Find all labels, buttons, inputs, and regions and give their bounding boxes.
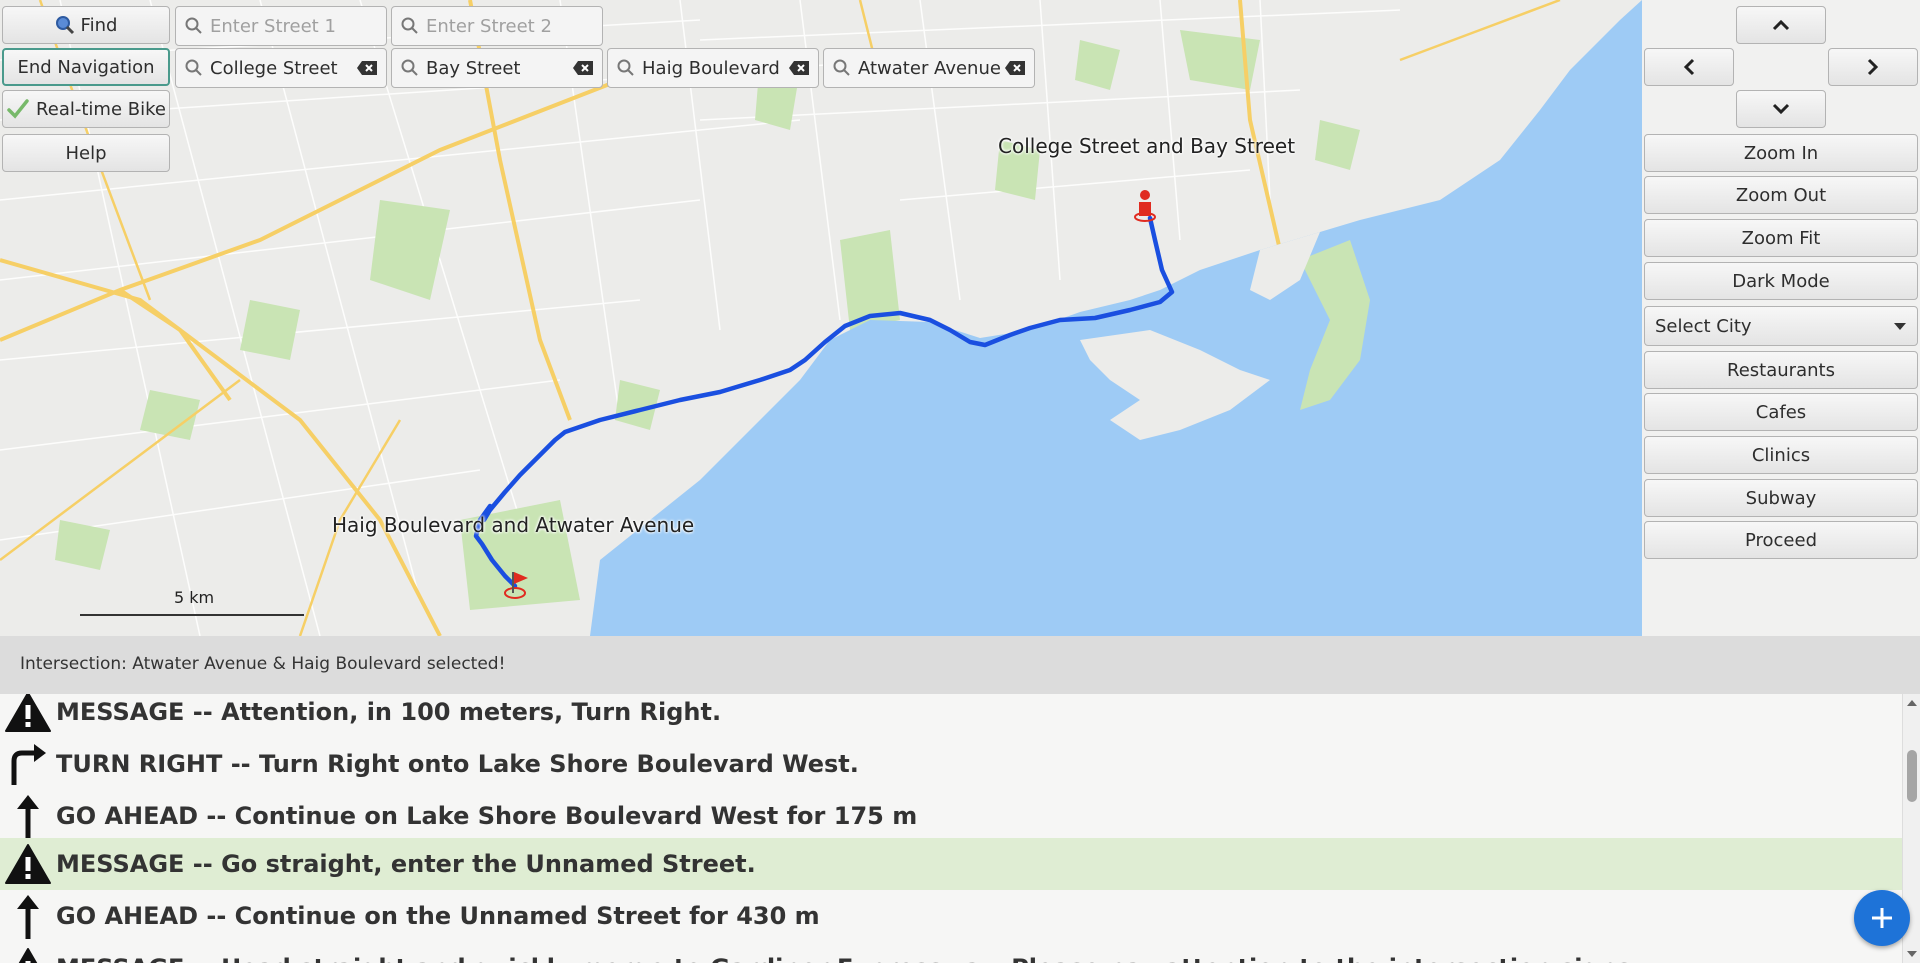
- map-view[interactable]: College Street and Bay Street Haig Boule…: [0, 0, 1642, 636]
- search-icon: [617, 59, 634, 76]
- end-navigation-label: End Navigation: [17, 56, 155, 78]
- search-icon: [833, 59, 850, 76]
- arrow-up-icon: [0, 890, 56, 942]
- cafes-label: Cafes: [1755, 401, 1807, 423]
- realtime-bike-toggle[interactable]: Real-time Bike: [2, 90, 170, 128]
- clinics-label: Clinics: [1751, 444, 1811, 466]
- search-icon: [185, 17, 202, 34]
- route-input-3[interactable]: [642, 57, 784, 79]
- scroll-down-icon[interactable]: [1903, 947, 1920, 961]
- dark-mode-label: Dark Mode: [1732, 270, 1830, 292]
- search-icon: [401, 17, 418, 34]
- status-bar: Intersection: Atwater Avenue & Haig Boul…: [0, 636, 1920, 694]
- clear-icon[interactable]: [1004, 60, 1026, 76]
- route-field-4[interactable]: [823, 48, 1035, 88]
- app-window: College Street and Bay Street Haig Boule…: [0, 0, 1920, 963]
- warning-icon: [0, 942, 56, 963]
- street1-field[interactable]: [175, 6, 387, 46]
- status-text: Intersection: Atwater Avenue & Haig Boul…: [20, 654, 506, 674]
- scrollbar-thumb[interactable]: [1907, 750, 1917, 802]
- dark-mode-button[interactable]: Dark Mode: [1644, 262, 1918, 300]
- route-start-label: College Street and Bay Street: [998, 134, 1296, 158]
- map-scale-bar: 5 km: [80, 588, 304, 618]
- find-button[interactable]: Find: [2, 6, 170, 44]
- clear-icon[interactable]: [572, 60, 594, 76]
- chevron-left-icon: [1683, 58, 1695, 76]
- pan-up-button[interactable]: [1736, 6, 1826, 44]
- search-icon: [185, 59, 202, 76]
- route-field-1[interactable]: [175, 48, 387, 88]
- checkmark-icon: [7, 99, 29, 119]
- route-end-label: Haig Boulevard and Atwater Avenue: [332, 513, 695, 537]
- direction-text: GO AHEAD -- Continue on Lake Shore Boule…: [56, 802, 918, 830]
- direction-row[interactable]: MESSAGE -- Attention, in 100 meters, Tur…: [0, 694, 1902, 738]
- warning-icon: [0, 694, 56, 738]
- zoom-out-label: Zoom Out: [1735, 184, 1827, 206]
- find-button-label: Find: [80, 14, 118, 36]
- restaurants-button[interactable]: Restaurants: [1644, 351, 1918, 389]
- turn-right-icon: [0, 738, 56, 790]
- end-navigation-button[interactable]: End Navigation: [2, 48, 170, 86]
- subway-button[interactable]: Subway: [1644, 479, 1918, 517]
- direction-text: TURN RIGHT -- Turn Right onto Lake Shore…: [56, 750, 859, 778]
- route-field-3[interactable]: [607, 48, 819, 88]
- map-canvas[interactable]: [0, 0, 1642, 636]
- directions-list[interactable]: MESSAGE -- Attention, in 100 meters, Tur…: [0, 694, 1902, 963]
- clinics-button[interactable]: Clinics: [1644, 436, 1918, 474]
- realtime-bike-label: Real-time Bike: [36, 98, 166, 120]
- search-icon: [55, 16, 74, 35]
- zoom-out-button[interactable]: Zoom Out: [1644, 176, 1918, 214]
- arrow-up-icon: [0, 790, 56, 842]
- direction-row[interactable]: GO AHEAD -- Continue on Lake Shore Boule…: [0, 790, 1902, 842]
- zoom-in-label: Zoom In: [1743, 142, 1819, 164]
- direction-row[interactable]: GO AHEAD -- Continue on the Unnamed Stre…: [0, 890, 1902, 942]
- scroll-up-icon[interactable]: [1903, 696, 1920, 710]
- proceed-label: Proceed: [1744, 529, 1818, 551]
- direction-text: MESSAGE -- Go straight, enter the Unname…: [56, 850, 756, 878]
- subway-label: Subway: [1745, 487, 1817, 509]
- pan-left-button[interactable]: [1644, 48, 1734, 86]
- pan-right-button[interactable]: [1828, 48, 1918, 86]
- route-field-2[interactable]: [391, 48, 603, 88]
- add-button[interactable]: [1854, 890, 1910, 946]
- chevron-up-icon: [1772, 19, 1790, 31]
- street2-input[interactable]: [426, 15, 594, 37]
- route-input-1[interactable]: [210, 57, 352, 79]
- route-input-2[interactable]: [426, 57, 568, 79]
- right-panel: Zoom In Zoom Out Zoom Fit Dark Mode Sele…: [1642, 0, 1920, 636]
- proceed-button[interactable]: Proceed: [1644, 521, 1918, 559]
- warning-icon: [0, 838, 56, 890]
- street1-input[interactable]: [210, 15, 378, 37]
- select-city-label: Select City: [1655, 315, 1752, 337]
- pan-down-button[interactable]: [1736, 90, 1826, 128]
- chevron-right-icon: [1867, 58, 1879, 76]
- clear-icon[interactable]: [356, 60, 378, 76]
- select-city-dropdown[interactable]: Select City: [1644, 306, 1918, 346]
- search-icon: [401, 59, 418, 76]
- zoom-fit-button[interactable]: Zoom Fit: [1644, 219, 1918, 257]
- direction-row[interactable]: MESSAGE -- Head straight and quickly mer…: [0, 942, 1902, 963]
- street2-field[interactable]: [391, 6, 603, 46]
- dropdown-arrow-icon: [1894, 323, 1906, 330]
- help-button[interactable]: Help: [2, 134, 170, 172]
- scale-label: 5 km: [174, 588, 215, 607]
- direction-text: MESSAGE -- Head straight and quickly mer…: [56, 954, 1640, 963]
- zoom-in-button[interactable]: Zoom In: [1644, 134, 1918, 172]
- restaurants-label: Restaurants: [1727, 359, 1835, 381]
- clear-icon[interactable]: [788, 60, 810, 76]
- direction-row-selected[interactable]: MESSAGE -- Go straight, enter the Unname…: [0, 838, 1902, 890]
- zoom-fit-label: Zoom Fit: [1741, 227, 1821, 249]
- direction-row[interactable]: TURN RIGHT -- Turn Right onto Lake Shore…: [0, 738, 1902, 790]
- direction-text: MESSAGE -- Attention, in 100 meters, Tur…: [56, 698, 722, 726]
- direction-text: GO AHEAD -- Continue on the Unnamed Stre…: [56, 902, 820, 930]
- scale-line: [80, 614, 304, 616]
- help-button-label: Help: [65, 142, 107, 164]
- plus-icon: [1872, 908, 1892, 928]
- route-input-4[interactable]: [858, 57, 1000, 79]
- chevron-down-icon: [1772, 103, 1790, 115]
- cafes-button[interactable]: Cafes: [1644, 393, 1918, 431]
